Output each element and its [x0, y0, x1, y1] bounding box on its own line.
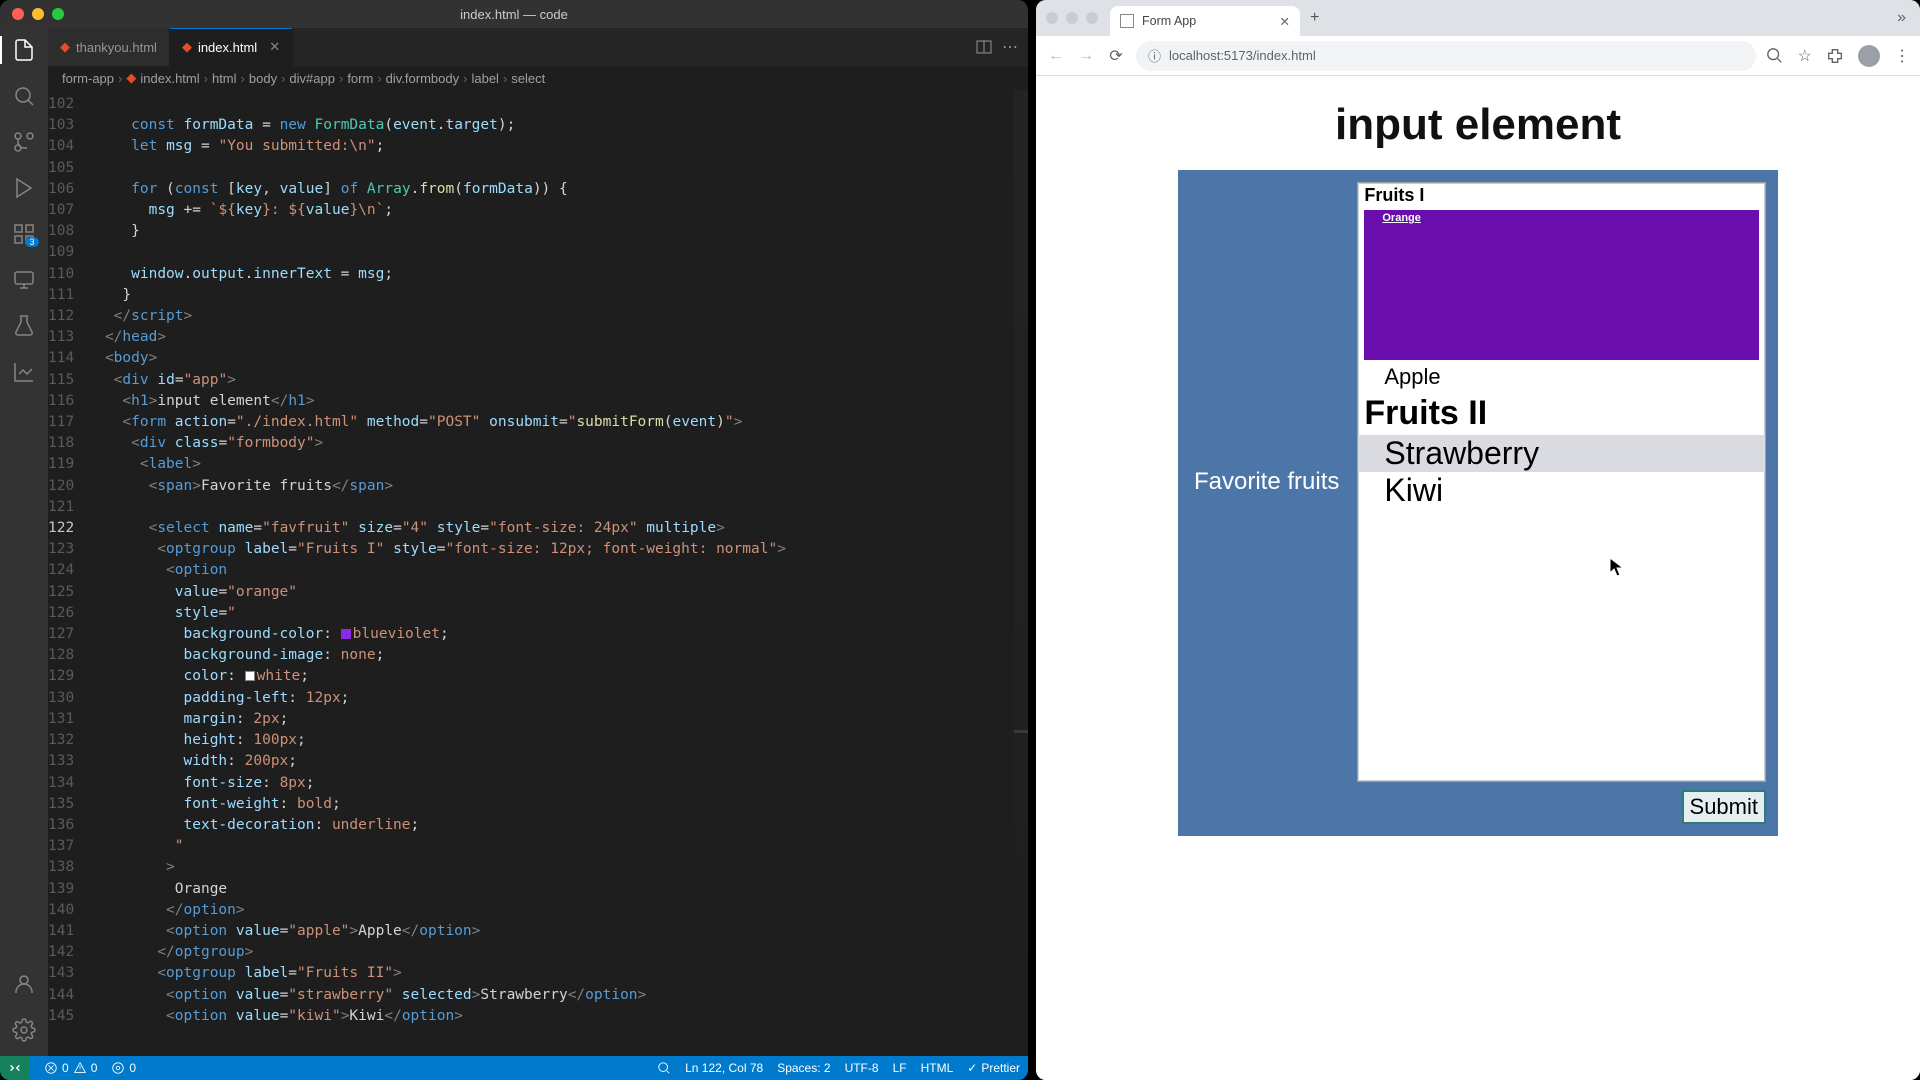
problems-status[interactable]: 0 0: [44, 1061, 97, 1075]
editor-area: ◆ thankyou.html ◆ index.html ✕ ⋯ form-ap…: [48, 28, 1028, 1056]
option-kiwi[interactable]: Kiwi: [1358, 472, 1765, 509]
cursor-position[interactable]: Ln 122, Col 78: [685, 1061, 763, 1075]
source-control-icon[interactable]: [10, 128, 38, 156]
chrome-menu-icon[interactable]: ⋮: [1894, 46, 1910, 66]
field-label: Favorite fruits: [1190, 182, 1339, 782]
minimap[interactable]: [1014, 90, 1028, 1056]
browser-toolbar: ← → ⟳ ⓘ localhost:5173/index.html ☆ ⋮: [1036, 36, 1920, 76]
status-bar: 0 0 0 Ln 122, Col 78 Spaces: 2 UTF-8 LF …: [0, 1056, 1028, 1080]
url-text: localhost:5173/index.html: [1169, 48, 1316, 63]
tab-index[interactable]: ◆ index.html ✕: [170, 28, 293, 66]
option-orange[interactable]: Orange: [1364, 210, 1759, 360]
submit-button[interactable]: Submit: [1682, 790, 1766, 824]
expand-tabs-icon[interactable]: »: [1883, 9, 1920, 27]
prettier-status[interactable]: ✓ Prettier: [967, 1061, 1020, 1075]
extensions-puzzle-icon[interactable]: [1826, 47, 1844, 65]
close-window-button[interactable]: [12, 8, 24, 20]
window-controls: [0, 8, 64, 20]
language-status[interactable]: HTML: [921, 1061, 954, 1075]
address-bar[interactable]: ⓘ localhost:5173/index.html: [1136, 41, 1756, 71]
close-tab-icon[interactable]: ✕: [269, 39, 280, 55]
graph-icon[interactable]: [10, 358, 38, 386]
minimize-window-button[interactable]: [1066, 12, 1078, 24]
zoom-indicator-icon[interactable]: [1766, 47, 1784, 65]
option-apple[interactable]: Apple: [1358, 362, 1765, 392]
maximize-window-button[interactable]: [52, 8, 64, 20]
more-actions-icon[interactable]: ⋯: [1002, 37, 1018, 57]
html-file-icon: ◆: [60, 39, 70, 55]
explorer-icon[interactable]: [10, 36, 38, 64]
zoom-status[interactable]: [657, 1061, 671, 1075]
profile-avatar[interactable]: [1858, 45, 1880, 67]
testing-icon[interactable]: [10, 312, 38, 340]
maximize-window-button[interactable]: [1086, 12, 1098, 24]
editor-tabs: ◆ thankyou.html ◆ index.html ✕ ⋯: [48, 28, 1028, 66]
tab-thankyou[interactable]: ◆ thankyou.html: [48, 28, 170, 66]
option-strawberry[interactable]: Strawberry: [1358, 435, 1765, 472]
close-window-button[interactable]: [1046, 12, 1058, 24]
fruits-select[interactable]: Fruits I Orange Apple Fruits II Strawber…: [1357, 182, 1766, 782]
form-container: Favorite fruits Fruits I Orange Apple Fr…: [1178, 170, 1778, 836]
ports-status[interactable]: 0: [111, 1061, 136, 1075]
back-button[interactable]: ←: [1046, 47, 1066, 65]
page-heading: input element: [1335, 100, 1621, 150]
page-favicon-icon: [1120, 14, 1134, 28]
settings-gear-icon[interactable]: [10, 1016, 38, 1044]
browser-tab[interactable]: Form App ✕: [1110, 6, 1300, 36]
browser-window: Form App ✕ + » ← → ⟳ ⓘ localhost:5173/in…: [1036, 0, 1920, 1080]
run-debug-icon[interactable]: [10, 174, 38, 202]
close-tab-icon[interactable]: ✕: [1280, 14, 1290, 29]
optgroup-label: Fruits II: [1358, 392, 1765, 435]
rendered-page: input element Favorite fruits Fruits I O…: [1036, 76, 1920, 1080]
optgroup-label: Fruits I: [1358, 183, 1765, 208]
bookmark-star-icon[interactable]: ☆: [1798, 46, 1812, 66]
browser-tabstrip: Form App ✕ + »: [1036, 0, 1920, 36]
vscode-window: index.html — code 3: [0, 0, 1028, 1080]
eol-status[interactable]: LF: [893, 1061, 907, 1075]
extensions-badge: 3: [25, 237, 38, 247]
window-controls: [1046, 12, 1110, 24]
split-editor-icon[interactable]: [976, 39, 992, 55]
remote-explorer-icon[interactable]: [10, 266, 38, 294]
site-info-icon[interactable]: ⓘ: [1148, 46, 1161, 65]
html-file-icon: ◆: [182, 39, 192, 55]
forward-button[interactable]: →: [1076, 47, 1096, 65]
window-title: index.html — code: [460, 7, 568, 22]
search-icon[interactable]: [10, 82, 38, 110]
encoding-status[interactable]: UTF-8: [845, 1061, 879, 1075]
tab-label: index.html: [198, 40, 257, 55]
account-icon[interactable]: [10, 970, 38, 998]
tab-title: Form App: [1142, 14, 1196, 28]
code-editor[interactable]: 1021031041051061071081091101111121131141…: [48, 90, 1028, 1056]
minimize-window-button[interactable]: [32, 8, 44, 20]
vscode-titlebar: index.html — code: [0, 0, 1028, 28]
extensions-icon[interactable]: 3: [10, 220, 38, 248]
breadcrumb[interactable]: form-app› ◆index.html› html› body› div#a…: [48, 66, 1028, 90]
reload-button[interactable]: ⟳: [1106, 46, 1126, 66]
indentation-status[interactable]: Spaces: 2: [777, 1061, 830, 1075]
activity-bar: 3: [0, 28, 48, 1056]
tab-label: thankyou.html: [76, 40, 157, 55]
remote-indicator[interactable]: [0, 1056, 30, 1080]
new-tab-button[interactable]: +: [1300, 9, 1329, 27]
mouse-cursor-icon: [1610, 558, 1626, 578]
